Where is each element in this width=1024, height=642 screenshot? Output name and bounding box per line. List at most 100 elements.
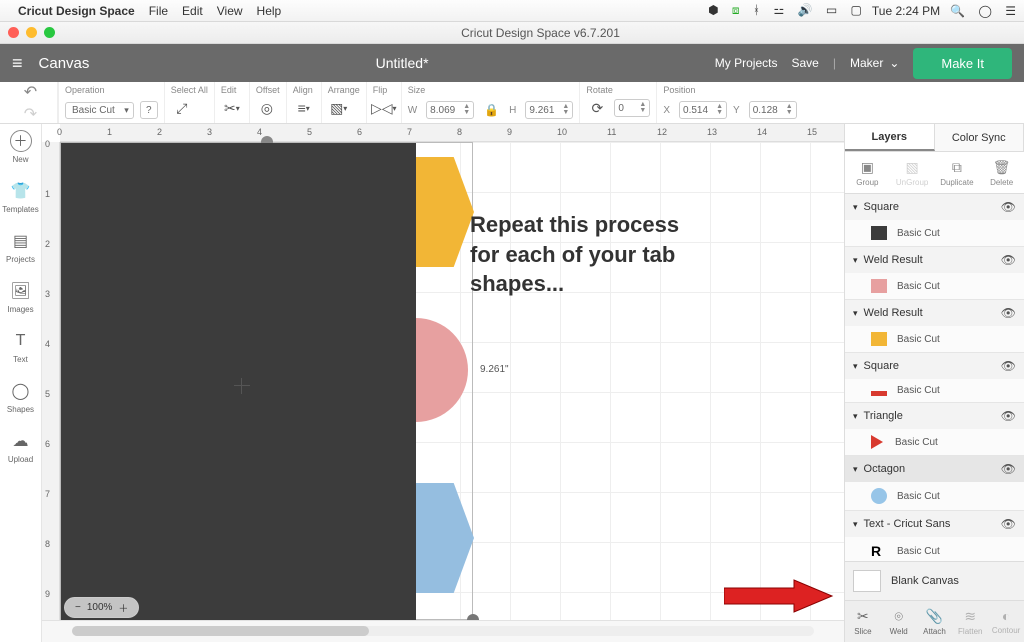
sidebar-item-projects[interactable]: ▤Projects (6, 230, 35, 264)
arrange-button[interactable]: ▧▾ (328, 97, 350, 119)
document-title[interactable]: Untitled* (89, 55, 714, 71)
layer-header[interactable]: ▾Weld Result👁 (845, 300, 1024, 326)
zoom-out-icon[interactable]: − (75, 602, 81, 613)
design-surface[interactable]: 9.261" Repeat this process for each of y… (60, 142, 844, 620)
blank-canvas-label: Blank Canvas (891, 575, 959, 587)
ruler-tick: 8 (457, 127, 462, 137)
menubar-app-name[interactable]: Cricut Design Space (18, 4, 135, 18)
display-icon[interactable]: ▢ (851, 3, 862, 17)
siri-icon[interactable]: ◯ (978, 4, 991, 18)
canvas-breadcrumb[interactable]: Canvas (39, 55, 90, 72)
attach-button[interactable]: 📎Attach (917, 601, 953, 642)
canvas-area[interactable]: 0123456789101112131415 0123456789 9.261"… (42, 124, 844, 642)
menubar-clock[interactable]: Tue 2:24 PM (872, 4, 940, 18)
menu-view[interactable]: View (217, 4, 243, 18)
weld-button[interactable]: ⌾Weld (881, 601, 917, 642)
pos-x-input[interactable]: 0.514▲▼ (679, 101, 727, 119)
lock-aspect-icon[interactable]: 🔒 (484, 103, 499, 117)
menu-help[interactable]: Help (257, 4, 282, 18)
undo-button[interactable]: ↶ (24, 82, 37, 102)
wifi-icon[interactable]: ⚍ (773, 3, 784, 17)
height-input[interactable]: 9.261▲▼ (525, 101, 573, 119)
bluetooth-icon[interactable]: ᚼ (753, 3, 760, 17)
layer-header[interactable]: ▾Triangle👁 (845, 403, 1024, 429)
select-all-button[interactable]: ⤢ (171, 97, 193, 119)
layer-child[interactable]: Basic Cut (845, 273, 1024, 299)
edit-button[interactable]: ✂▾ (221, 97, 243, 119)
delete-button[interactable]: 🗑Delete (979, 152, 1024, 193)
machine-selector[interactable]: Maker ⌄ (850, 56, 899, 70)
visibility-toggle[interactable]: 👁 (1001, 253, 1016, 267)
layer-child[interactable]: Basic Cut (845, 429, 1024, 455)
sidebar-item-text[interactable]: TText (10, 330, 32, 364)
layer-child[interactable]: Basic Cut (845, 482, 1024, 510)
main-menu-button[interactable]: ≡ (12, 53, 23, 74)
pos-y-input[interactable]: 0.128▲▼ (749, 101, 797, 119)
visibility-toggle[interactable]: 👁 (1001, 306, 1016, 320)
visibility-toggle[interactable]: 👁 (1001, 359, 1016, 373)
flip-label: Flip (373, 85, 388, 95)
horizontal-scrollbar[interactable] (72, 626, 814, 636)
redo-button[interactable]: ↷ (24, 104, 37, 124)
shape-square-dark[interactable] (61, 143, 416, 621)
layer-child[interactable]: RBasic Cut (845, 537, 1024, 561)
sidebar-item-shapes[interactable]: ◯Shapes (7, 380, 34, 414)
size-label: Size (408, 85, 426, 95)
notifications-icon[interactable]: ☰ (1005, 4, 1016, 18)
close-window-button[interactable] (8, 27, 19, 38)
visibility-toggle[interactable]: 👁 (1001, 462, 1016, 476)
menu-file[interactable]: File (149, 4, 168, 18)
contour-button[interactable]: ◐Contour (988, 601, 1024, 642)
layer-header[interactable]: ▾Square👁 (845, 353, 1024, 379)
align-button[interactable]: ≡▾ (293, 97, 315, 119)
layer-child[interactable]: Basic Cut (845, 326, 1024, 352)
operation-help-button[interactable]: ? (140, 101, 158, 119)
offset-button[interactable]: ◎ (256, 97, 278, 119)
layer-header[interactable]: ▾Weld Result👁 (845, 247, 1024, 273)
shape-halfcircle-pink[interactable] (416, 318, 468, 422)
fullscreen-window-button[interactable] (44, 27, 55, 38)
slice-button[interactable]: ✂Slice (845, 601, 881, 642)
tab-layers[interactable]: Layers (845, 124, 935, 151)
selection-bounds[interactable] (60, 142, 473, 620)
sidebar-item-images[interactable]: 🖼Images (7, 280, 33, 314)
visibility-toggle[interactable]: 👁 (1001, 517, 1016, 531)
visibility-toggle[interactable]: 👁 (1001, 409, 1016, 423)
save-link[interactable]: Save (791, 56, 818, 70)
spotlight-icon[interactable]: 🔍 (950, 4, 965, 18)
duplicate-button[interactable]: ⧉Duplicate (935, 152, 980, 193)
zoom-in-icon[interactable]: ＋ (118, 600, 128, 615)
shape-pentagon-yellow[interactable] (416, 157, 474, 267)
width-input[interactable]: 8.069▲▼ (426, 101, 474, 119)
menu-edit[interactable]: Edit (182, 4, 203, 18)
layer-header[interactable]: ▾Text - Cricut Sans👁 (845, 511, 1024, 537)
shape-pentagon-blue[interactable] (416, 483, 474, 593)
visibility-toggle[interactable]: 👁 (1001, 200, 1016, 214)
layer-swatch (871, 435, 883, 449)
layer-child[interactable]: Basic Cut (845, 220, 1024, 246)
sidebar-item-templates[interactable]: 👕Templates (2, 180, 38, 214)
blank-canvas-row[interactable]: Blank Canvas (845, 561, 1024, 600)
minimize-window-button[interactable] (26, 27, 37, 38)
zoom-control[interactable]: − 100% ＋ (64, 597, 139, 618)
flatten-button[interactable]: ≋Flatten (952, 601, 988, 642)
sidebar-item-new[interactable]: ＋New (10, 130, 32, 164)
layer-child[interactable]: Basic Cut (845, 379, 1024, 402)
battery-icon[interactable]: ▭ (826, 3, 837, 17)
group-button[interactable]: ▣Group (845, 152, 890, 193)
volume-icon[interactable]: 🔊 (798, 3, 813, 17)
ungroup-button[interactable]: ▧UnGroup (890, 152, 935, 193)
sidebar-item-upload[interactable]: ☁Upload (8, 430, 33, 464)
icon-app[interactable]: ⬢ (708, 3, 718, 17)
tab-color-sync[interactable]: Color Sync (935, 124, 1024, 151)
my-projects-link[interactable]: My Projects (715, 56, 778, 70)
caret-icon: ▾ (853, 411, 858, 422)
make-it-button[interactable]: Make It (913, 48, 1012, 79)
operation-select[interactable]: Basic Cut (65, 102, 134, 119)
flip-button[interactable]: ▷◁▾ (373, 97, 395, 119)
icon-c[interactable]: ⧈ (732, 3, 740, 17)
layer-header[interactable]: ▾Octagon👁 (845, 456, 1024, 482)
rotate-input[interactable]: 0▲▼ (614, 99, 650, 117)
layer-header[interactable]: ▾Square👁 (845, 194, 1024, 220)
layer-swatch (871, 391, 887, 396)
